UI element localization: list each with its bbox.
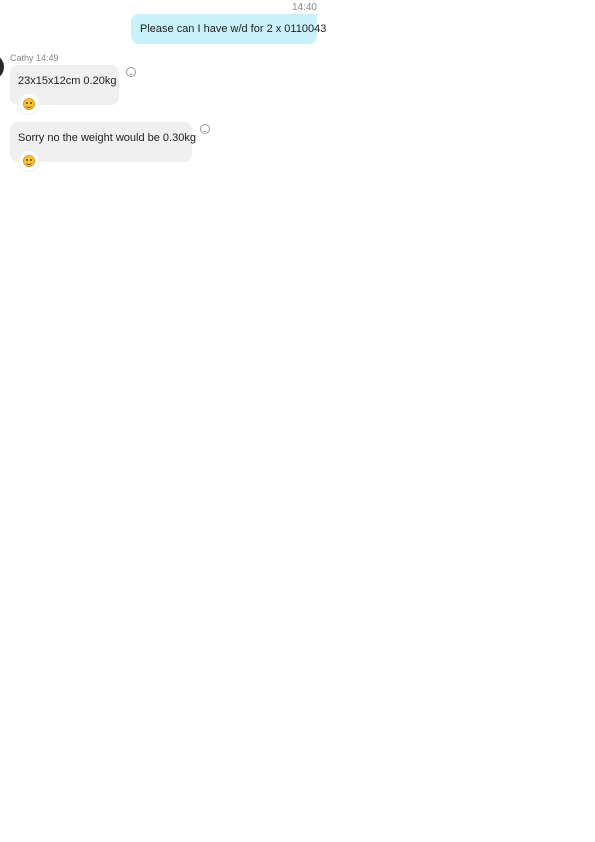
add-reaction-icon[interactable] [126, 67, 136, 77]
smiley-icon[interactable] [19, 151, 39, 171]
outgoing-message-bubble[interactable]: Please can I have w/d for 2 x 0110043 [131, 14, 326, 44]
incoming-message-text: Sorry no the weight would be 0.30kg [18, 132, 196, 144]
avatar[interactable] [0, 54, 4, 80]
outgoing-timestamp: 14:40 [291, 2, 317, 13]
outgoing-message-text: Please can I have w/d for 2 x 0110043 [140, 23, 327, 35]
sender-name: Cathy [10, 53, 34, 63]
incoming-message-text: 23x15x12cm 0.20kg [18, 75, 117, 87]
incoming-timestamp: 14:49 [36, 53, 59, 63]
chat-thread: 14:40 Please can I have w/d for 2 x 0110… [0, 0, 595, 842]
smiley-icon[interactable] [19, 94, 39, 114]
add-reaction-icon[interactable] [200, 124, 210, 134]
incoming-header: Cathy 14:49 [10, 53, 59, 63]
